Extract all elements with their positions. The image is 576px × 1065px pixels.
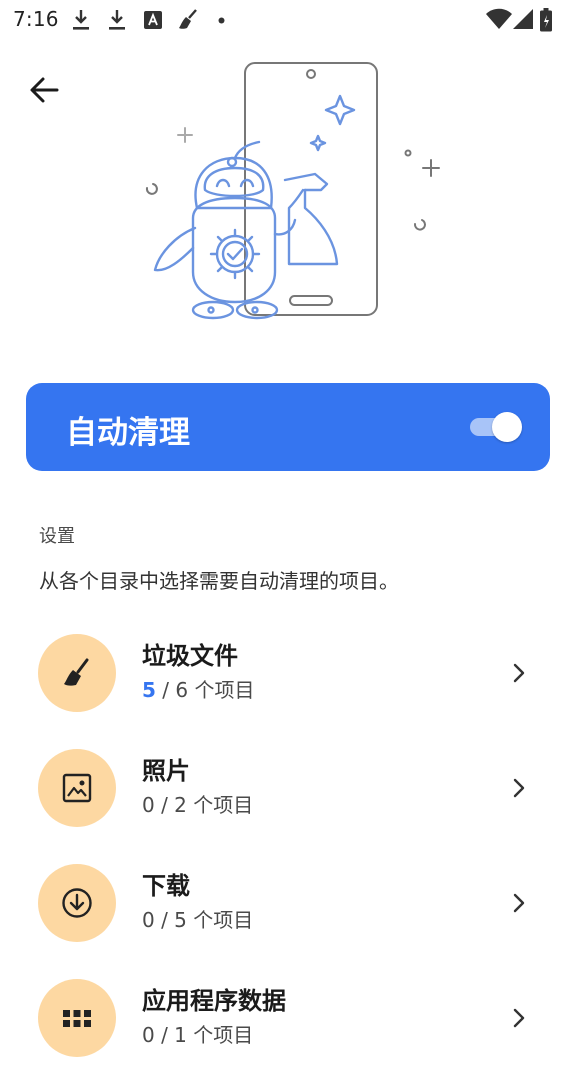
- wifi-icon: [486, 8, 512, 29]
- toggle-thumb: [492, 412, 522, 442]
- more-dot-icon: [218, 17, 225, 24]
- chevron-right-icon: [513, 893, 525, 913]
- download-notification-icon: [73, 10, 89, 30]
- count-rest: / 6 个项目: [155, 678, 255, 702]
- selected-count: 5: [142, 678, 156, 702]
- status-time: 7:16: [13, 7, 59, 31]
- item-title: 应用程序数据: [142, 987, 286, 1015]
- item-title: 照片: [142, 757, 190, 785]
- auto-clean-title: 自动清理: [66, 415, 190, 451]
- item-title: 下载: [142, 872, 190, 900]
- item-count: 0 / 5 个项目: [142, 904, 253, 933]
- chevron-right-icon: [513, 663, 525, 683]
- list-item-photos[interactable]: 照片 0 / 2 个项目: [0, 735, 576, 835]
- icon-circle: [38, 749, 116, 827]
- item-count: 0 / 1 个项目: [142, 1019, 253, 1048]
- item-title: 垃圾文件: [142, 642, 238, 670]
- auto-clean-card: 自动清理: [26, 383, 550, 471]
- chevron-right-icon: [513, 1008, 525, 1028]
- font-app-icon: [144, 11, 162, 29]
- item-count: 0 / 2 个项目: [142, 789, 253, 818]
- broom-icon: [64, 658, 89, 686]
- chevron-right-icon: [513, 778, 525, 798]
- download-notification-icon-2: [109, 10, 125, 30]
- image-icon: [62, 773, 92, 803]
- list-item-app-data[interactable]: 应用程序数据 0 / 1 个项目: [0, 965, 576, 1065]
- settings-description: 从各个目录中选择需要自动清理的项目。: [39, 569, 399, 593]
- list-item-downloads[interactable]: 下载 0 / 5 个项目: [0, 850, 576, 950]
- auto-clean-toggle[interactable]: [468, 411, 522, 443]
- back-button[interactable]: [25, 70, 65, 110]
- icon-circle: [38, 864, 116, 942]
- count-rest: 0 / 1 个项目: [142, 1023, 254, 1047]
- item-count: 5 / 6 个项目: [142, 674, 254, 703]
- count-rest: 0 / 5 个项目: [142, 908, 254, 932]
- list-item-junk-files[interactable]: 垃圾文件 5 / 6 个项目: [0, 620, 576, 720]
- arrow-left-icon: [30, 77, 59, 103]
- count-rest: 0 / 2 个项目: [142, 793, 254, 817]
- status-bar: 7:16: [0, 0, 576, 40]
- cell-signal-icon: [513, 9, 533, 29]
- icon-circle: [38, 634, 116, 712]
- robot-cleaning-illustration: [135, 58, 445, 328]
- download-circle-icon: [62, 888, 92, 918]
- battery-icon: [540, 8, 552, 32]
- broom-notification-icon: [179, 9, 197, 29]
- icon-circle: [38, 979, 116, 1057]
- apps-grid-icon: [63, 1010, 91, 1027]
- status-system-icons: [486, 8, 566, 32]
- settings-section-label: 设置: [39, 526, 75, 547]
